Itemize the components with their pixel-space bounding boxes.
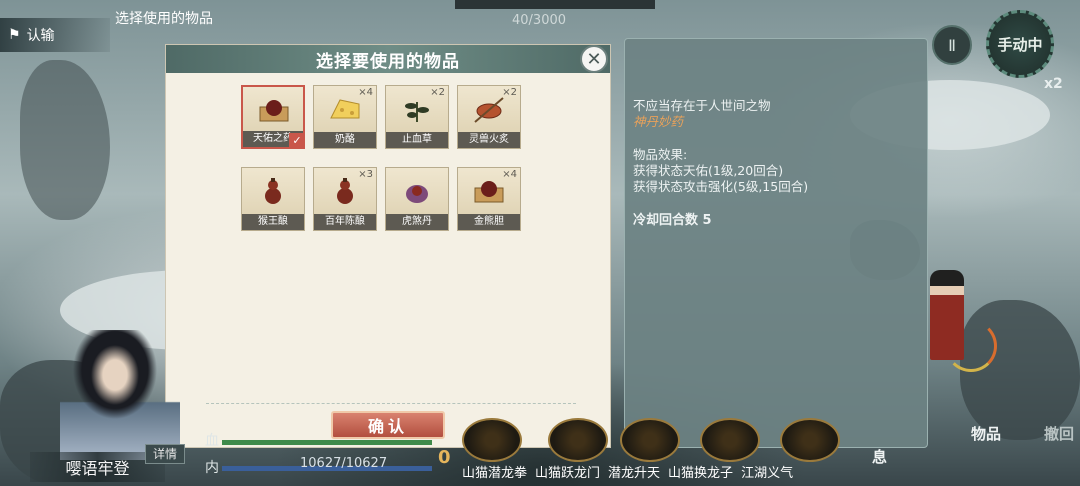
skill-bar: 山猫潜龙拳 山猫跃龙门 潜龙升天 山猫换龙子 江湖义气 [462, 462, 793, 481]
item-button[interactable]: 物品 [946, 425, 1002, 443]
item-name: 神丹妙药 [633, 114, 684, 129]
dialog-header: 选择要使用的物品 [166, 45, 610, 73]
item-slot[interactable]: ×2 止血草 [385, 85, 449, 149]
close-button[interactable]: ✕ [580, 45, 608, 73]
character-portrait [60, 330, 180, 460]
forfeit-button[interactable]: ⚑ 认输 [0, 18, 110, 52]
item-slot[interactable]: ×2 灵兽火炙 [457, 85, 521, 149]
skill-slot-icon[interactable] [548, 418, 608, 462]
item-qty: ×2 [502, 87, 517, 98]
speed-toggle[interactable]: x2 [1044, 76, 1063, 92]
wine-gourd-icon [337, 178, 353, 204]
dialog-title: 选择要使用的物品 [316, 52, 460, 72]
energy-counter: 0 [438, 447, 451, 468]
character-detail-button[interactable]: 详情 [145, 444, 185, 464]
cheese-icon [330, 99, 360, 119]
enemy-status-ring [945, 320, 997, 372]
wine-gourd-icon [265, 178, 281, 204]
skill-slot-icon[interactable] [700, 418, 760, 462]
item-qty: ×3 [358, 169, 373, 180]
item-label: 灵兽火炙 [458, 132, 520, 148]
herb-icon [405, 102, 429, 122]
rest-button[interactable]: 息 [872, 446, 887, 467]
item-slot[interactable]: ×4 金熊胆 [457, 167, 521, 231]
item-label: 猴王酿 [242, 214, 304, 230]
hp-label: 血 [205, 433, 219, 449]
item-label: 止血草 [386, 132, 448, 148]
item-slot[interactable]: ×3 百年陈酿 [313, 167, 377, 231]
item-slot[interactable]: 猴王酿 [241, 167, 305, 231]
dialog-divider [206, 403, 576, 404]
item-qty: ×4 [502, 169, 517, 180]
pill-box-icon [474, 181, 504, 203]
skill-name[interactable]: 江湖义气 [741, 462, 793, 481]
hp-bar [222, 440, 432, 445]
skill-name[interactable]: 山猫换龙子 [668, 462, 733, 481]
item-label: 奶酪 [314, 132, 376, 148]
confirm-button[interactable]: 确认 [331, 411, 445, 439]
manual-mode-button[interactable]: 手动中 [986, 10, 1054, 78]
skill-name[interactable]: 潜龙升天 [608, 462, 660, 481]
forfeit-label: 认输 [26, 28, 55, 44]
item-label: 金熊胆 [458, 214, 520, 230]
item-detail-panel: 不应当存在于人世间之物 神丹妙药 物品效果: 获得状态天佑(1级,20回合) 获… [624, 38, 928, 448]
flag-icon: ⚑ [8, 27, 21, 43]
item-slot[interactable]: 虎煞丹 [385, 167, 449, 231]
item-slot[interactable]: 天佑之药 ✓ [241, 85, 305, 149]
pause-button[interactable]: Ⅱ [932, 25, 972, 65]
screen-title: 选择使用的物品 [115, 11, 213, 27]
item-label: 虎煞丹 [386, 214, 448, 230]
inner-energy-label: 内 [205, 460, 219, 476]
skill-slot-icon[interactable] [620, 418, 680, 462]
skill-name[interactable]: 山猫潜龙拳 [462, 462, 527, 481]
item-select-dialog: 选择要使用的物品 天佑之药 ✓ ×4 奶酪 ×2 止血草 ×2 灵兽火炙 猴王酿… [165, 44, 611, 448]
top-strip [455, 0, 655, 9]
undo-button[interactable]: 撤回 [1024, 425, 1074, 443]
check-icon: ✓ [289, 133, 305, 149]
item-slot[interactable]: ×4 奶酪 [313, 85, 377, 149]
inner-energy-value: 10627/10627 [300, 456, 388, 471]
rest-label: 息 [872, 448, 888, 466]
pill-pouch-icon [406, 185, 428, 203]
pill-box-icon [259, 100, 289, 122]
pause-icon: Ⅱ [948, 35, 956, 55]
close-icon: ✕ [586, 48, 602, 70]
skill-slot-icon[interactable] [462, 418, 522, 462]
item-qty: ×4 [358, 87, 373, 98]
item-label: 物品 [970, 425, 1001, 443]
undo-label: 撤回 [1044, 425, 1075, 443]
skill-name[interactable]: 山猫跃龙门 [535, 462, 600, 481]
item-label: 百年陈酿 [314, 214, 376, 230]
turn-counter: 40/3000 [512, 13, 567, 28]
item-qty: ×2 [430, 87, 445, 98]
effect-line: 获得状态攻击强化(5级,15回合) [633, 179, 809, 194]
skill-slot-icon[interactable] [780, 418, 840, 462]
cooldown-text: 冷却回合数 5 [633, 213, 712, 228]
roast-icon [474, 97, 504, 123]
